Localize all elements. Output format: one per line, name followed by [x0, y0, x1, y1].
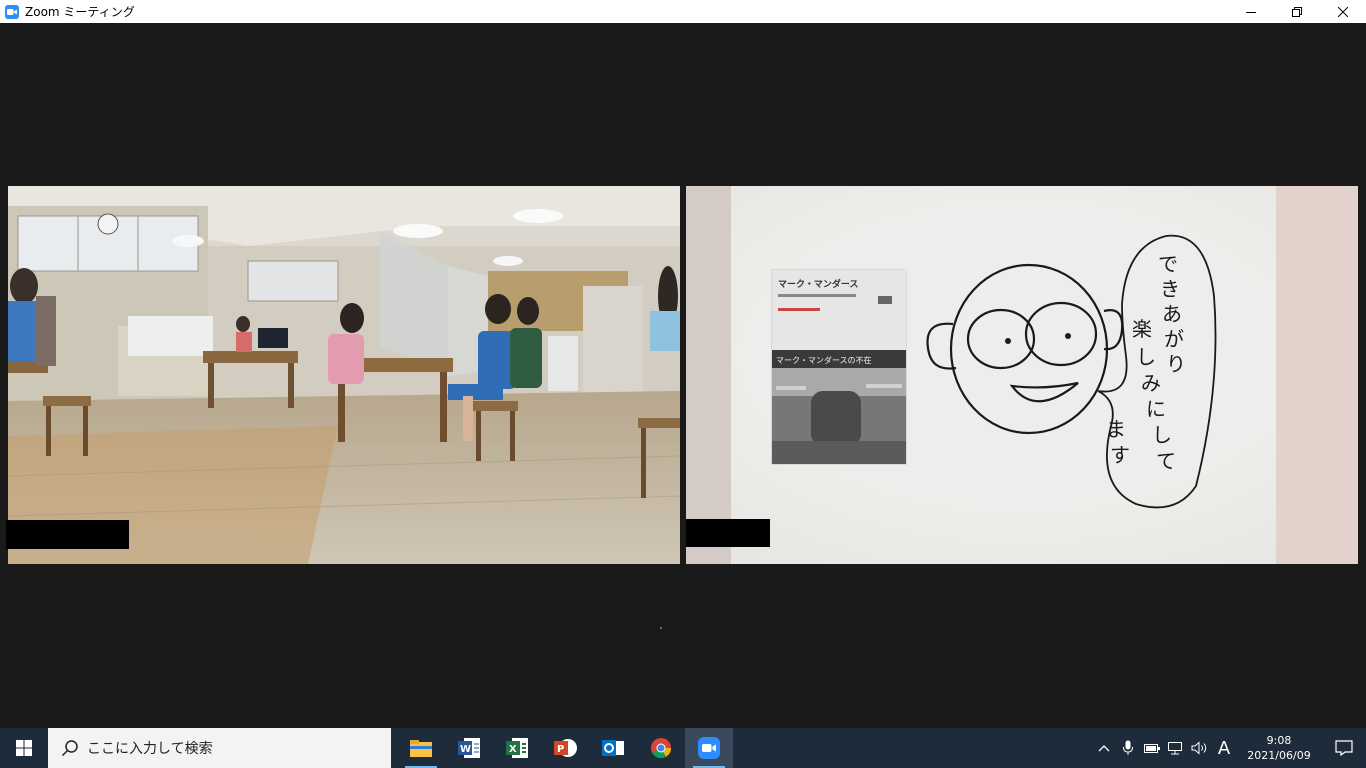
meeting-gallery-view: マーク・マンダース マーク・マンダースの不在 で き あ が り 楽 し み に…: [0, 23, 1366, 728]
window-title: Zoom ミーティング: [25, 5, 135, 19]
excel-icon: X: [506, 738, 528, 758]
volume-tray-button[interactable]: [1188, 728, 1212, 768]
battery-icon: [1144, 744, 1160, 753]
start-button[interactable]: [0, 728, 48, 768]
speaker-icon: [1191, 741, 1207, 755]
minimize-button[interactable]: [1228, 0, 1274, 23]
handwriting-char: み: [1141, 371, 1161, 395]
window-titlebar: Zoom ミーティング: [0, 0, 1366, 23]
poster-subtitle: マーク・マンダースの不在: [776, 355, 871, 365]
restore-button[interactable]: [1274, 0, 1320, 23]
handwriting-char: が: [1164, 327, 1184, 351]
network-icon: [1168, 742, 1182, 755]
handwriting-col1: で: [1158, 252, 1178, 276]
svg-text:W: W: [460, 744, 471, 755]
taskbar-app-zoom[interactable]: [685, 728, 733, 768]
network-tray-button[interactable]: [1164, 728, 1188, 768]
handwriting-char: あ: [1162, 302, 1182, 326]
handwriting-char: し: [1136, 345, 1156, 369]
taskbar-app-excel[interactable]: X: [493, 728, 541, 768]
handwriting-char: す: [1110, 443, 1130, 467]
ime-mode-indicator[interactable]: A: [1212, 728, 1236, 768]
battery-tray-button[interactable]: [1140, 728, 1164, 768]
clock-date: 2021/06/09: [1247, 749, 1311, 762]
minimize-icon: [1246, 11, 1256, 13]
windows-taskbar: ここに入力して検索 W X P A 9:08 2021/06/09: [0, 728, 1366, 768]
close-button[interactable]: [1320, 0, 1366, 23]
outlook-icon: [602, 740, 624, 756]
zoom-app-icon: [5, 4, 19, 19]
taskbar-app-word[interactable]: W: [445, 728, 493, 768]
taskbar-search-box[interactable]: ここに入力して検索: [48, 728, 391, 768]
windows-logo-icon: [16, 740, 32, 756]
chrome-icon: [651, 738, 672, 759]
poster-title: マーク・マンダース: [778, 278, 858, 290]
participant-video-2[interactable]: マーク・マンダース マーク・マンダースの不在 で き あ が り 楽 し み に…: [686, 186, 1358, 564]
handwriting-char: り: [1166, 352, 1186, 376]
svg-text:X: X: [509, 744, 517, 755]
restore-icon: [1292, 6, 1302, 17]
handwriting-char: て: [1156, 449, 1176, 473]
clock-time: 9:08: [1266, 734, 1292, 747]
handwriting-char: 楽: [1132, 317, 1152, 341]
svg-text:P: P: [557, 744, 564, 755]
word-icon: W: [458, 738, 480, 758]
taskbar-app-file-explorer[interactable]: [397, 728, 445, 768]
taskbar-app-powerpoint[interactable]: P: [541, 728, 589, 768]
participant-name-redacted-2: [686, 519, 770, 547]
whiteboard-video: マーク・マンダース マーク・マンダースの不在 で き あ が り 楽 し み に…: [686, 186, 1358, 564]
poster: マーク・マンダース マーク・マンダースの不在: [771, 269, 907, 465]
file-explorer-icon: [410, 740, 432, 757]
microphone-icon: [1123, 740, 1133, 755]
cursor-dot: [660, 627, 662, 629]
chevron-up-icon: [1098, 745, 1110, 752]
handwriting-char: に: [1146, 397, 1166, 421]
close-icon: [1338, 6, 1348, 17]
search-icon: [61, 740, 78, 757]
taskbar-app-outlook[interactable]: [589, 728, 637, 768]
microphone-tray-button[interactable]: [1116, 728, 1140, 768]
participant-name-redacted-1: [6, 520, 129, 549]
search-placeholder: ここに入力して検索: [87, 741, 213, 757]
handwriting-char: ま: [1106, 417, 1126, 441]
powerpoint-icon: P: [554, 739, 577, 757]
handwriting-char: し: [1152, 423, 1172, 447]
participant-video-1[interactable]: [8, 186, 680, 564]
taskbar-app-chrome[interactable]: [637, 728, 685, 768]
handwriting-char: き: [1160, 277, 1180, 301]
action-center-button[interactable]: [1322, 728, 1366, 768]
taskbar-clock[interactable]: 9:08 2021/06/09: [1236, 733, 1322, 763]
notification-icon: [1335, 740, 1353, 756]
classroom-video: [8, 186, 680, 564]
zoom-icon: [698, 737, 720, 759]
show-hidden-icons-button[interactable]: [1092, 728, 1116, 768]
